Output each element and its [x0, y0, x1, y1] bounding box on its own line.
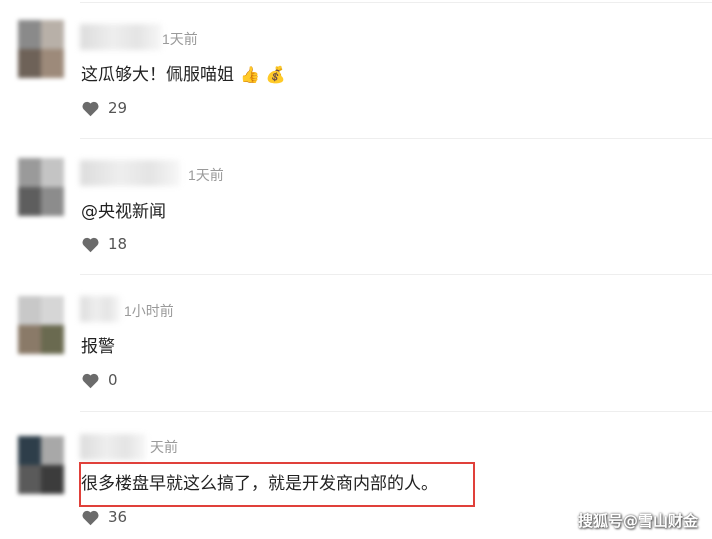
comment-item: 1天前 @央视新闻 18 [0, 136, 712, 272]
thumbs-up-emoji: 👍 [240, 65, 260, 84]
comment-text: 这瓜够大！佩服喵姐 👍 💰 [81, 60, 286, 85]
like-count: 18 [108, 235, 128, 253]
highlight-annotation [79, 462, 475, 507]
username-blurred[interactable] [80, 160, 180, 186]
avatar[interactable] [18, 436, 64, 494]
heart-icon [82, 510, 99, 525]
comment-item: 1天前 这瓜够大！佩服喵姐 👍 💰 29 [0, 0, 712, 136]
like-button[interactable]: 0 [81, 371, 118, 389]
money-bag-emoji: 💰 [265, 65, 286, 84]
comment-time: 1天前 [162, 31, 198, 47]
like-count: 29 [108, 99, 128, 117]
comment-time: 1天前 [188, 167, 224, 183]
heart-icon [82, 101, 99, 116]
username-blurred[interactable] [80, 24, 162, 50]
heart-icon [82, 373, 99, 388]
like-button[interactable]: 36 [81, 508, 127, 526]
comment-time: 1小时前 [124, 303, 174, 319]
username-blurred[interactable] [80, 434, 146, 460]
comment-time: 天前 [150, 439, 178, 455]
avatar[interactable] [18, 296, 64, 354]
like-button[interactable]: 29 [81, 99, 127, 117]
avatar[interactable] [18, 158, 64, 216]
like-button[interactable]: 18 [81, 235, 127, 253]
username-blurred[interactable] [80, 296, 120, 322]
watermark: 搜狐号@雪山财金 [577, 512, 698, 530]
like-count: 36 [108, 508, 128, 526]
comment-text: @央视新闻 [81, 202, 166, 222]
heart-icon [82, 237, 99, 252]
comment-list: 1天前 这瓜够大！佩服喵姐 👍 💰 29 1天前 @央视新闻 18 1小时前 报… [0, 0, 712, 539]
like-count: 0 [108, 371, 118, 389]
comment-text: 报警 [81, 337, 115, 357]
comment-item: 1小时前 报警 0 [0, 272, 712, 408]
avatar[interactable] [18, 20, 64, 78]
comment-body: 这瓜够大！佩服喵姐 [81, 65, 234, 85]
